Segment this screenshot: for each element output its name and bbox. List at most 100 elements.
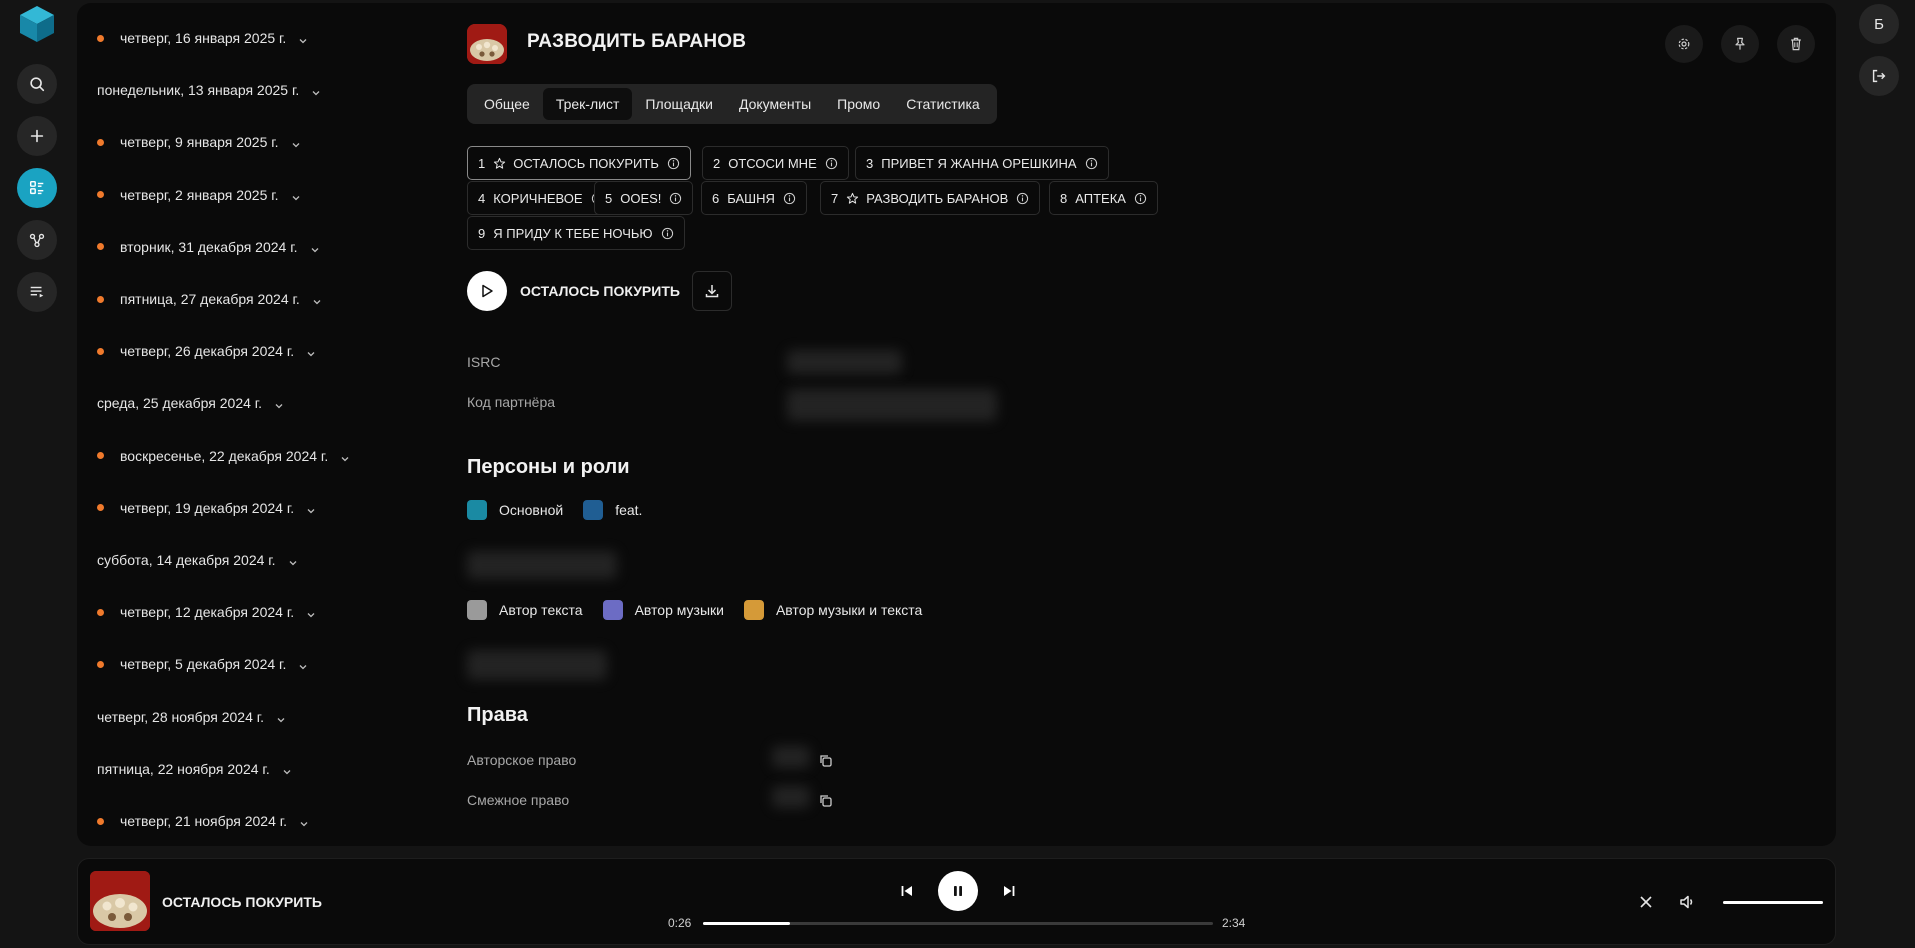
date-group[interactable]: четверг, 26 декабря 2024 г. xyxy=(97,339,316,363)
close-icon[interactable] xyxy=(1638,894,1654,910)
chevron-down-icon xyxy=(306,503,316,514)
track-number: 7 xyxy=(831,190,839,206)
tab-documents[interactable]: Документы xyxy=(726,88,824,120)
status-dot xyxy=(97,504,104,512)
date-group[interactable]: понедельник, 13 января 2025 г. xyxy=(97,78,321,102)
skip-forward-icon xyxy=(1004,886,1015,896)
track-title: ПРИВЕТ Я ЖАННА ОРЕШКИНА xyxy=(881,155,1077,171)
track-chip[interactable]: 4 КОРИЧНЕВОЕ xyxy=(467,181,615,215)
track-number: 3 xyxy=(866,155,874,171)
add-button[interactable] xyxy=(17,116,57,156)
volume-slider[interactable] xyxy=(1723,901,1823,904)
track-title: ОТСОСИ МНЕ xyxy=(728,155,817,171)
track-title: OOES! xyxy=(620,190,662,206)
player-controls xyxy=(898,871,1018,911)
chevron-down-icon xyxy=(311,85,321,96)
tab-general[interactable]: Общее xyxy=(471,88,543,120)
date-group[interactable]: вторник, 31 декабря 2024 г. xyxy=(97,235,320,259)
info-icon[interactable] xyxy=(667,157,680,170)
next-button[interactable] xyxy=(1000,882,1018,900)
author-roles-legend: Автор текста Автор музыки Автор музыки и… xyxy=(467,600,942,620)
track-chip[interactable]: 8 АПТЕКА xyxy=(1049,181,1158,215)
avatar-letter: Б xyxy=(1874,15,1884,33)
copy-icon[interactable] xyxy=(819,794,833,808)
track-number: 2 xyxy=(713,155,721,171)
releases-button[interactable] xyxy=(17,168,57,208)
role-swatch xyxy=(467,500,487,520)
chevron-down-icon xyxy=(288,555,298,566)
chevron-down-icon xyxy=(340,451,350,462)
date-group[interactable]: четверг, 5 декабря 2024 г. xyxy=(97,652,308,676)
player-cover xyxy=(90,871,150,931)
track-chip[interactable]: 3 ПРИВЕТ Я ЖАННА ОРЕШКИНА xyxy=(855,146,1109,180)
previous-button[interactable] xyxy=(898,882,916,900)
date-group[interactable]: четверг, 21 ноября 2024 г. xyxy=(97,809,309,833)
track-chip[interactable]: 6 БАШНЯ xyxy=(701,181,807,215)
playlist-button[interactable] xyxy=(17,272,57,312)
info-icon[interactable] xyxy=(1134,192,1147,205)
tab-statistics[interactable]: Статистика xyxy=(893,88,993,120)
date-group[interactable]: четверг, 28 ноября 2024 г. xyxy=(97,705,286,729)
info-icon[interactable] xyxy=(1085,157,1098,170)
progress-bar[interactable] xyxy=(703,922,1213,925)
date-label: четверг, 28 ноября 2024 г. xyxy=(97,708,265,725)
track-number: 6 xyxy=(712,190,720,206)
app-logo[interactable] xyxy=(17,4,57,44)
play-button[interactable] xyxy=(467,271,507,311)
persons-redacted xyxy=(467,551,617,579)
copy-icon[interactable] xyxy=(819,754,833,768)
chevron-down-icon xyxy=(291,137,301,148)
date-group[interactable]: четверг, 16 января 2025 г. xyxy=(97,26,308,50)
chevron-down-icon xyxy=(306,607,316,618)
status-dot xyxy=(97,452,104,460)
track-chip[interactable]: 1 ОСТАЛОСЬ ПОКУРИТЬ xyxy=(467,146,691,180)
date-group[interactable]: четверг, 2 января 2025 г. xyxy=(97,183,301,207)
pause-button[interactable] xyxy=(938,871,978,911)
date-group[interactable]: четверг, 9 января 2025 г. xyxy=(97,130,301,154)
chevron-down-icon xyxy=(298,659,308,670)
role-music-lyrics-author: Автор музыки и текста xyxy=(743,600,922,620)
download-icon xyxy=(705,285,719,298)
track-title: БАШНЯ xyxy=(727,190,775,206)
plus-icon xyxy=(30,129,44,143)
volume-icon[interactable] xyxy=(1678,893,1696,911)
logout-button[interactable] xyxy=(1859,56,1899,96)
role-swatch xyxy=(583,500,604,520)
track-chip[interactable]: 7 РАЗВОДИТЬ БАРАНОВ xyxy=(820,181,1041,215)
date-label: четверг, 19 декабря 2024 г. xyxy=(120,499,295,516)
search-button[interactable] xyxy=(17,64,57,104)
user-avatar[interactable]: Б xyxy=(1859,4,1899,44)
date-group[interactable]: пятница, 22 ноября 2024 г. xyxy=(97,757,292,781)
tab-promo[interactable]: Промо xyxy=(824,88,893,120)
download-button[interactable] xyxy=(691,271,732,311)
tab-tracklist[interactable]: Трек-лист xyxy=(542,88,633,120)
info-icon[interactable] xyxy=(825,157,838,170)
date-group[interactable]: воскресенье, 22 декабря 2024 г. xyxy=(97,444,350,468)
skip-back-icon xyxy=(901,886,912,896)
status-dot xyxy=(97,295,104,303)
bottom-player: ОСТАЛОСЬ ПОКУРИТЬ 0:26 2:34 xyxy=(77,858,1836,945)
settings-button[interactable] xyxy=(1665,25,1703,63)
info-icon[interactable] xyxy=(669,192,682,205)
track-chip[interactable]: 5 OOES! xyxy=(594,181,694,215)
status-dot xyxy=(97,243,104,251)
track-chip[interactable]: 2 ОТСОСИ МНЕ xyxy=(702,146,849,180)
track-title: КОРИЧНЕВОЕ xyxy=(493,190,583,206)
track-title: АПТЕКА xyxy=(1075,190,1126,206)
info-icon[interactable] xyxy=(661,227,674,240)
date-group[interactable]: четверг, 12 декабря 2024 г. xyxy=(97,600,316,624)
network-button[interactable] xyxy=(17,220,57,260)
track-chip[interactable]: 9 Я ПРИДУ К ТЕБЕ НОЧЬЮ xyxy=(467,216,685,250)
gear-icon xyxy=(1678,38,1690,50)
delete-button[interactable] xyxy=(1777,25,1815,63)
date-group[interactable]: четверг, 19 декабря 2024 г. xyxy=(97,496,316,520)
date-group[interactable]: суббота, 14 декабря 2024 г. xyxy=(97,548,298,572)
chevron-down-icon xyxy=(298,33,308,44)
info-icon[interactable] xyxy=(1016,192,1029,205)
tab-platforms[interactable]: Площадки xyxy=(632,88,726,120)
date-group[interactable]: пятница, 27 декабря 2024 г. xyxy=(97,287,322,311)
pin-button[interactable] xyxy=(1721,25,1759,63)
date-group[interactable]: среда, 25 декабря 2024 г. xyxy=(97,391,284,415)
date-label: четверг, 9 января 2025 г. xyxy=(120,134,279,151)
info-icon[interactable] xyxy=(783,192,796,205)
